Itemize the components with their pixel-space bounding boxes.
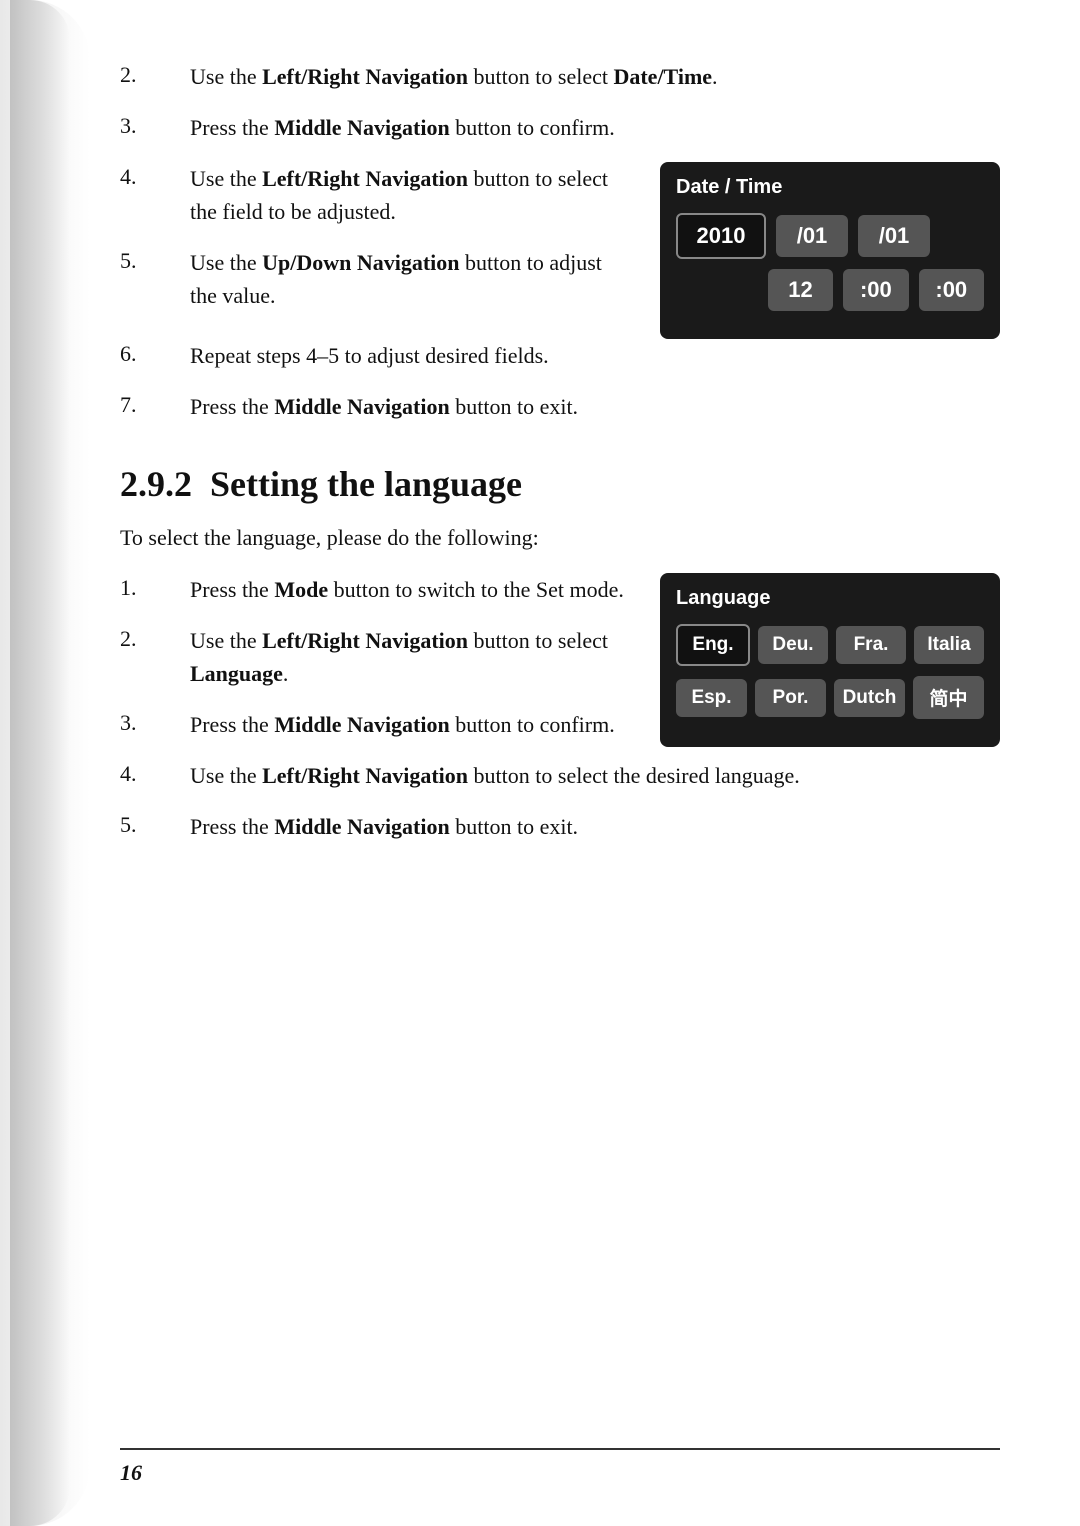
year-btn[interactable]: 2010: [676, 213, 766, 259]
item-number: 3.: [120, 708, 190, 736]
lang-fra-btn[interactable]: Fra.: [836, 626, 906, 664]
list-item-3: 3. Press the Middle Navigation button to…: [120, 111, 1000, 144]
datetime-title: Date / Time: [676, 176, 984, 199]
language-text-col: 1. Press the Mode button to switch to th…: [120, 573, 630, 759]
item-text: Use the Left/Right Navigation button to …: [190, 162, 630, 228]
item-number: 6.: [120, 339, 190, 367]
page-footer: 16: [120, 1448, 1000, 1486]
hour-btn[interactable]: 12: [768, 269, 833, 311]
item-text: Use the Left/Right Navigation button to …: [190, 60, 1000, 93]
item-number: 4.: [120, 759, 190, 787]
item-text: Press the Mode button to switch to the S…: [190, 573, 630, 606]
lang-item-1: 1. Press the Mode button to switch to th…: [120, 573, 630, 606]
list-item-2: 2. Use the Left/Right Navigation button …: [120, 60, 1000, 93]
language-widget: Language Eng. Deu. Fra. Italia Esp. Por.…: [660, 573, 1000, 747]
lang-item-2: 2. Use the Left/Right Navigation button …: [120, 624, 630, 690]
language-section: 1. Press the Mode button to switch to th…: [120, 573, 1000, 759]
datetime-text-col: 4. Use the Left/Right Navigation button …: [120, 162, 630, 330]
item-text: Use the Left/Right Navigation button to …: [190, 759, 1000, 792]
page-number: 16: [120, 1460, 142, 1485]
item-number: 3.: [120, 111, 190, 139]
item-number: 2.: [120, 624, 190, 652]
language-row2: Esp. Por. Dutch 简中: [676, 676, 984, 719]
lang-italia-btn[interactable]: Italia: [914, 626, 984, 664]
day-btn[interactable]: /01: [858, 215, 930, 257]
minute-btn[interactable]: :00: [843, 269, 908, 311]
datetime-widget: Date / Time 2010 /01 /01 12 :00 :00: [660, 162, 1000, 339]
list-item-5: 5. Use the Up/Down Navigation button to …: [120, 246, 630, 312]
item-text: Use the Left/Right Navigation button to …: [190, 624, 630, 690]
datetime-ui-panel: Date / Time 2010 /01 /01 12 :00 :00: [660, 162, 1000, 339]
item-number: 5.: [120, 810, 190, 838]
month-btn[interactable]: /01: [776, 215, 848, 257]
datetime-row2: 12 :00 :00: [676, 269, 984, 311]
lang-esp-btn[interactable]: Esp.: [676, 679, 747, 717]
list-item-4: 4. Use the Left/Right Navigation button …: [120, 162, 630, 228]
section-intro: To select the language, please do the fo…: [120, 525, 1000, 551]
item-text: Press the Middle Navigation button to co…: [190, 708, 630, 741]
datetime-section: 4. Use the Left/Right Navigation button …: [120, 162, 1000, 339]
language-ui-panel: Language Eng. Deu. Fra. Italia Esp. Por.…: [660, 573, 1000, 747]
second-btn[interactable]: :00: [919, 269, 984, 311]
lang-por-btn[interactable]: Por.: [755, 679, 826, 717]
item-text: Press the Middle Navigation button to ex…: [190, 390, 1000, 423]
lang-dutch-btn[interactable]: Dutch: [834, 679, 905, 717]
section-number: 2.9.2: [120, 464, 210, 504]
lang-eng-btn[interactable]: Eng.: [676, 624, 750, 666]
language-row1: Eng. Deu. Fra. Italia: [676, 624, 984, 666]
item-number: 4.: [120, 162, 190, 190]
lang-deu-btn[interactable]: Deu.: [758, 626, 828, 664]
item-number: 2.: [120, 60, 190, 88]
lang-item-4: 4. Use the Left/Right Navigation button …: [120, 759, 1000, 792]
item-number: 7.: [120, 390, 190, 418]
item-number: 5.: [120, 246, 190, 274]
lang-item-3: 3. Press the Middle Navigation button to…: [120, 708, 630, 741]
item-text: Press the Middle Navigation button to ex…: [190, 810, 1000, 843]
section-heading-292: 2.9.2 Setting the language: [120, 463, 1000, 505]
lang-item-5: 5. Press the Middle Navigation button to…: [120, 810, 1000, 843]
section-title: Setting the language: [210, 464, 522, 504]
language-title: Language: [676, 587, 984, 610]
list-item-7: 7. Press the Middle Navigation button to…: [120, 390, 1000, 423]
datetime-row1: 2010 /01 /01: [676, 213, 984, 259]
item-text: Repeat steps 4–5 to adjust desired field…: [190, 339, 1000, 372]
item-number: 1.: [120, 573, 190, 601]
item-text: Press the Middle Navigation button to co…: [190, 111, 1000, 144]
item-text: Use the Up/Down Navigation button to adj…: [190, 246, 630, 312]
list-item-6: 6. Repeat steps 4–5 to adjust desired fi…: [120, 339, 1000, 372]
lang-chinese-btn[interactable]: 简中: [913, 676, 984, 719]
